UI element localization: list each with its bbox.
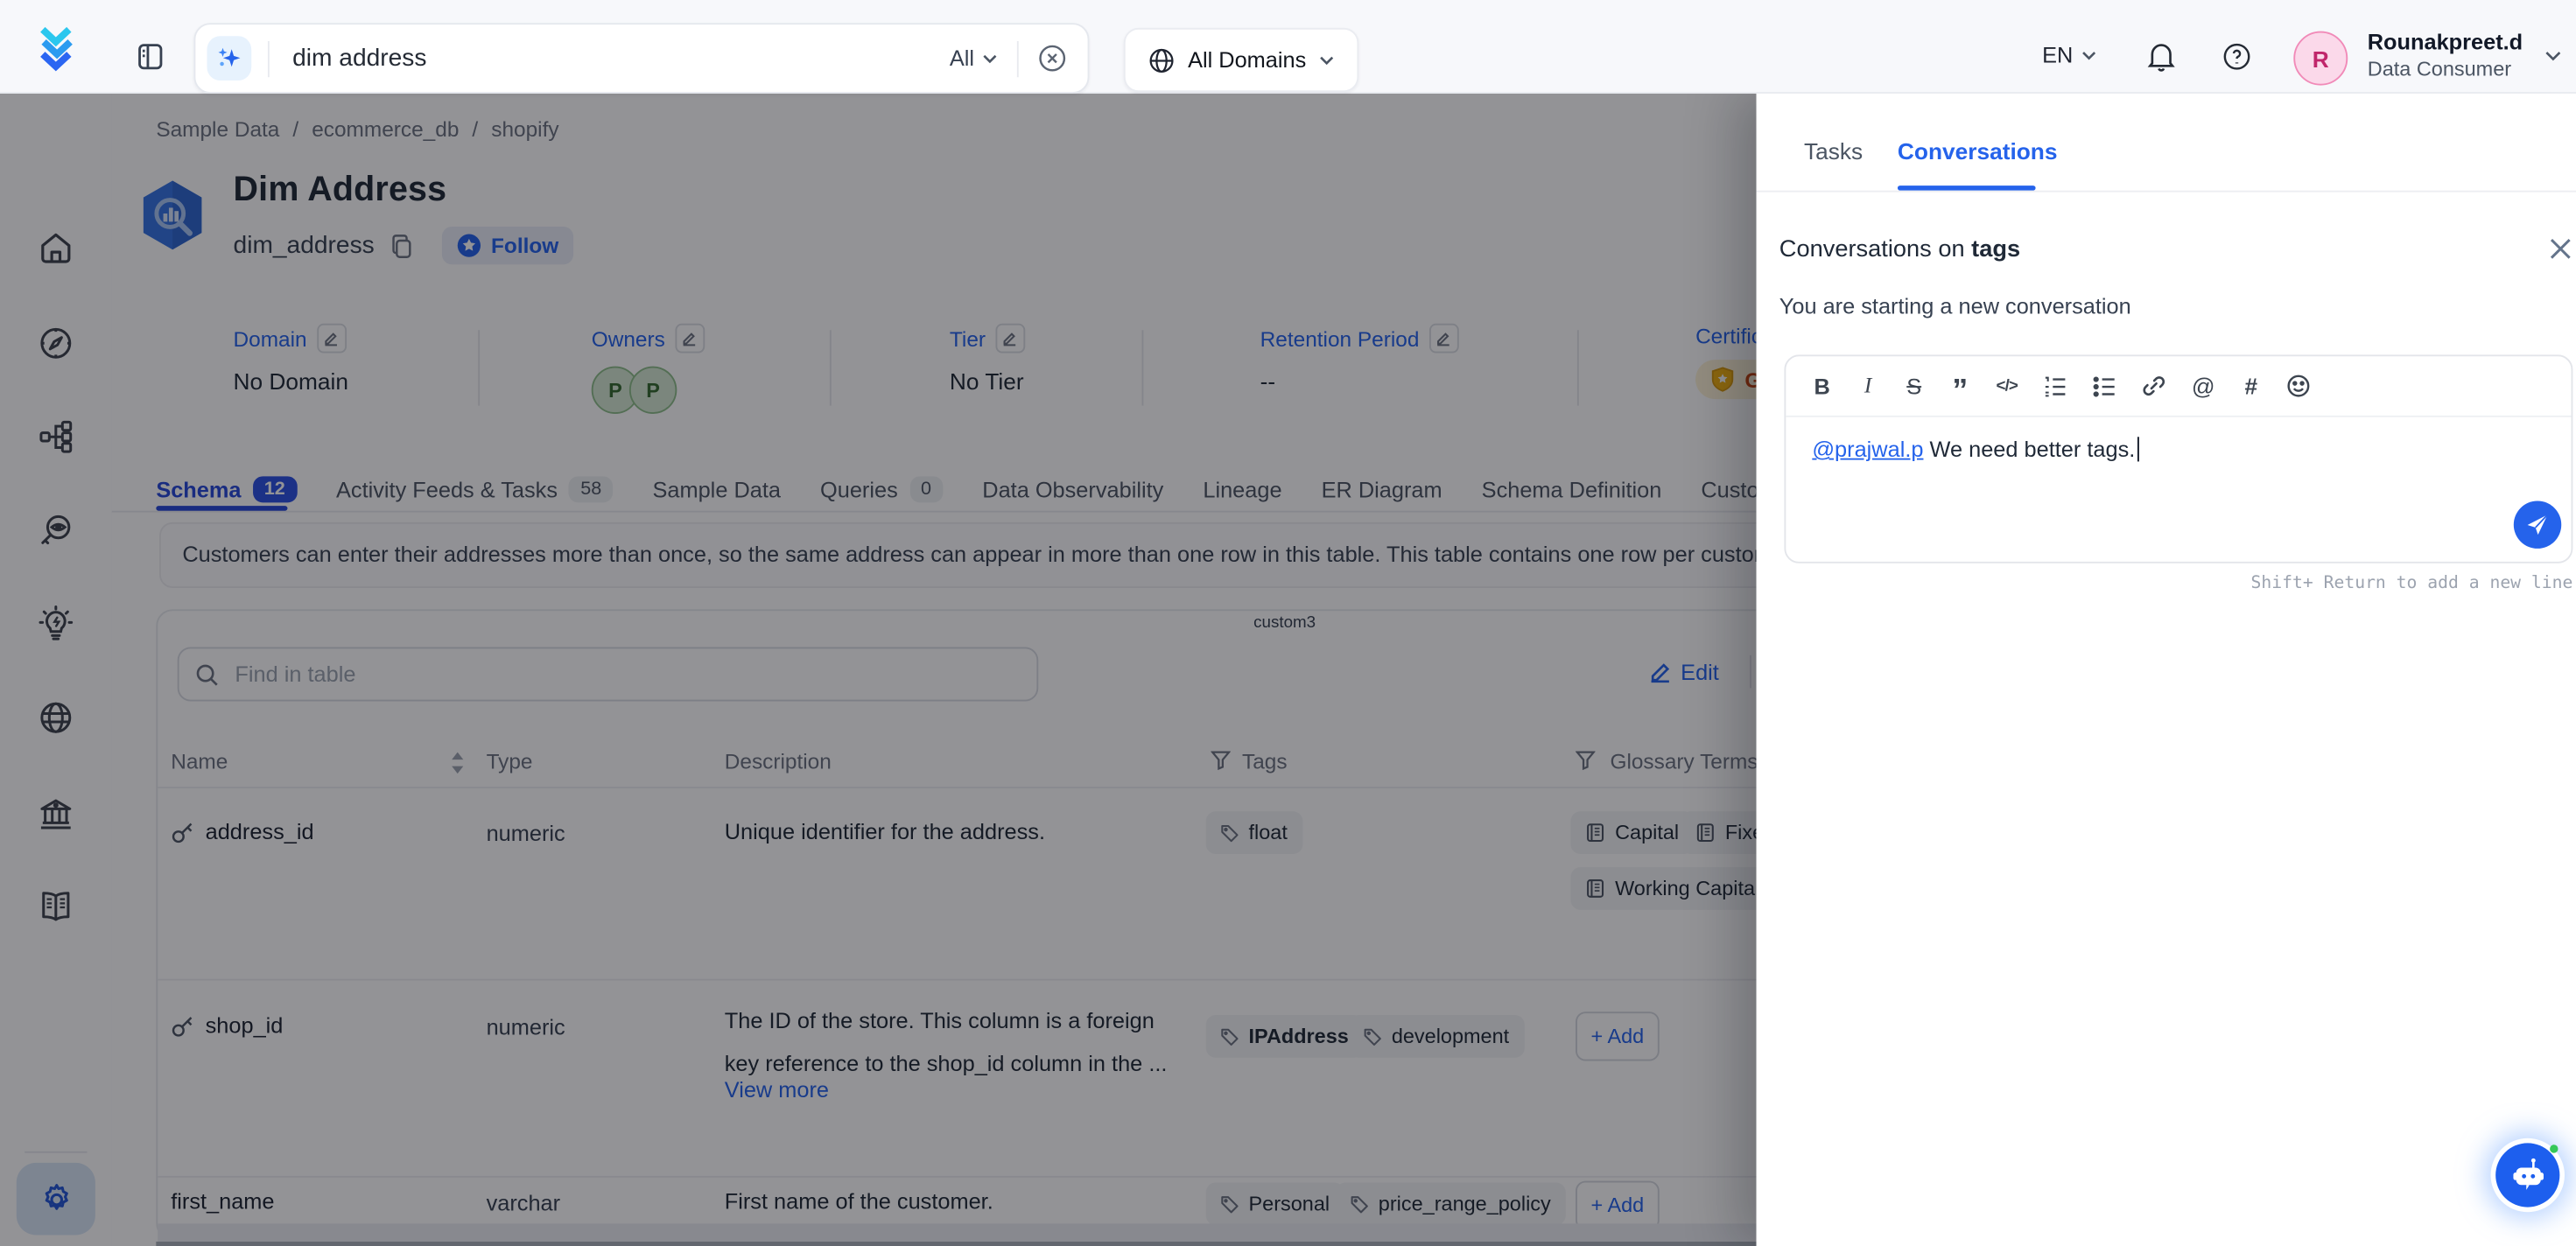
chevron-down-icon bbox=[982, 53, 997, 63]
drawer-title: Conversations on tags bbox=[1779, 236, 2020, 262]
all-domains-dropdown[interactable]: All Domains bbox=[1124, 28, 1358, 92]
app-window: dim address All All Domains EN bbox=[0, 0, 2576, 1246]
bullet-list-icon[interactable] bbox=[2093, 375, 2116, 396]
notifications-bell-icon[interactable] bbox=[2147, 41, 2175, 73]
message-editor[interactable]: B I S ” </> @ # bbox=[1784, 354, 2572, 563]
message-input[interactable]: @prajwal.p We need better tags. bbox=[1812, 437, 2139, 461]
top-bar: dim address All All Domains EN bbox=[0, 0, 2576, 94]
language-selector[interactable]: EN bbox=[2042, 43, 2096, 67]
user-menu[interactable]: Rounakpreet.d Data Consumer bbox=[2368, 28, 2523, 82]
ordered-list-icon[interactable] bbox=[2044, 375, 2067, 396]
divider bbox=[268, 40, 270, 76]
ai-sparkle-icon[interactable] bbox=[207, 36, 252, 80]
search-query[interactable]: dim address bbox=[292, 45, 950, 73]
user-avatar[interactable]: R bbox=[2293, 32, 2348, 86]
send-icon bbox=[2525, 513, 2550, 537]
link-icon[interactable] bbox=[2143, 374, 2165, 397]
chevron-down-icon bbox=[1319, 55, 1334, 65]
overlay-mask[interactable] bbox=[0, 92, 1757, 1246]
clear-search-icon[interactable] bbox=[1038, 45, 1066, 73]
mention-icon[interactable]: @ bbox=[2192, 373, 2215, 399]
user-mention[interactable]: @prajwal.p bbox=[1812, 437, 1923, 461]
text-caret bbox=[2137, 437, 2139, 461]
user-menu-chevron-icon[interactable] bbox=[2544, 51, 2561, 62]
close-icon[interactable] bbox=[2548, 236, 2574, 262]
bold-icon[interactable]: B bbox=[1812, 374, 1832, 398]
new-conversation-note: You are starting a new conversation bbox=[1779, 294, 2131, 318]
sidebar-toggle-icon[interactable] bbox=[138, 43, 165, 71]
help-icon[interactable] bbox=[2223, 43, 2251, 71]
status-dot bbox=[2550, 1144, 2558, 1152]
emoji-icon[interactable] bbox=[2287, 374, 2310, 397]
editor-toolbar: B I S ” </> @ # bbox=[1786, 356, 2571, 416]
user-name: Rounakpreet.d bbox=[2368, 28, 2523, 56]
blockquote-icon[interactable]: ” bbox=[1950, 385, 1970, 398]
search-scope-dropdown[interactable]: All bbox=[950, 46, 997, 71]
divider bbox=[1017, 40, 1019, 76]
user-role: Data Consumer bbox=[2368, 56, 2523, 82]
message-text: We need better tags. bbox=[1923, 437, 2135, 461]
chevron-down-icon bbox=[2081, 50, 2096, 60]
global-search-bar[interactable]: dim address All bbox=[193, 23, 1089, 94]
code-icon[interactable]: </> bbox=[1997, 377, 2018, 396]
strikethrough-icon[interactable]: S bbox=[1904, 374, 1924, 398]
tab-tasks[interactable]: Tasks bbox=[1804, 138, 1863, 164]
conversations-drawer: Tasks Conversations Conversations on tag… bbox=[1757, 92, 2576, 1246]
editor-hint: Shift+ Return to add a new line bbox=[2251, 573, 2573, 593]
tab-conversations[interactable]: Conversations bbox=[1898, 138, 2058, 164]
globe-icon bbox=[1148, 46, 1175, 73]
send-button[interactable] bbox=[2514, 500, 2561, 548]
chatbot-button[interactable] bbox=[2495, 1143, 2559, 1207]
italic-icon[interactable]: I bbox=[1858, 373, 1878, 399]
atlan-logo[interactable] bbox=[36, 21, 85, 72]
robot-icon bbox=[2508, 1155, 2547, 1194]
hashtag-icon[interactable]: # bbox=[2242, 373, 2262, 399]
